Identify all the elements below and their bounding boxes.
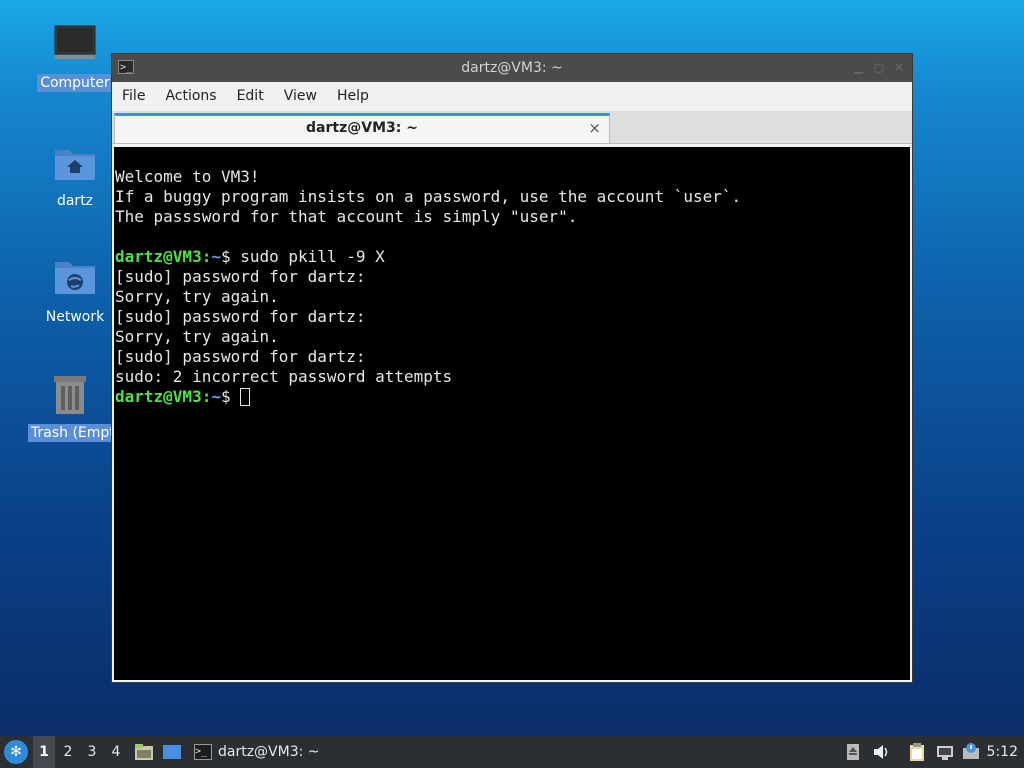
- close-icon[interactable]: ✕: [892, 61, 906, 75]
- text-cursor: [240, 388, 251, 406]
- tab-bar: dartz@VM3: ~ ×: [112, 111, 912, 144]
- terminal-task-icon: >_: [194, 744, 212, 760]
- menu-actions[interactable]: Actions: [155, 82, 226, 111]
- menu-view[interactable]: View: [274, 82, 327, 111]
- home-folder-icon: [51, 140, 99, 188]
- desktop-icon-trash[interactable]: Trash (Empt: [28, 372, 116, 446]
- computer-icon: [51, 22, 99, 70]
- minimize-icon[interactable]: ▁: [852, 61, 866, 75]
- clock[interactable]: 5:12: [987, 736, 1018, 768]
- workspace-3[interactable]: 3: [81, 736, 103, 768]
- workspace-4[interactable]: 4: [105, 736, 127, 768]
- terminal-line: Welcome to VM3!: [115, 167, 260, 186]
- window-titlebar[interactable]: >_ dartz@VM3: ~ ▁ ▢ ✕: [112, 54, 912, 82]
- window-title: dartz@VM3: ~: [461, 60, 563, 76]
- prompt-command: sudo pkill -9 X: [240, 247, 385, 266]
- prompt-path: ~: [211, 247, 221, 266]
- terminal-prompt-line: dartz@VM3:~$: [115, 387, 910, 407]
- prompt-symbol: $: [220, 387, 241, 406]
- start-menu-icon[interactable]: ✻: [4, 740, 28, 764]
- desktop-icon-home[interactable]: dartz: [35, 140, 115, 210]
- prompt-path: ~: [211, 387, 221, 406]
- taskbar-task-terminal[interactable]: >_ dartz@VM3: ~: [192, 736, 320, 768]
- workspace-1[interactable]: 1: [33, 736, 55, 768]
- terminal-line: [sudo] password for dartz:: [115, 307, 366, 326]
- menu-help[interactable]: Help: [327, 82, 379, 111]
- desktop-icon-label: Trash (Empt: [28, 424, 116, 442]
- menu-file[interactable]: File: [112, 82, 155, 111]
- terminal-window: >_ dartz@VM3: ~ ▁ ▢ ✕ File Actions Edit …: [111, 53, 913, 683]
- file-manager-icon[interactable]: [134, 742, 154, 762]
- terminal-line: sudo: 2 incorrect password attempts: [115, 367, 453, 386]
- terminal-prompt-line: dartz@VM3:~$ sudo pkill -9 X: [115, 247, 910, 267]
- prompt-user: dartz@VM3: [115, 387, 202, 406]
- prompt-user: dartz@VM3: [115, 247, 202, 266]
- menu-bar: File Actions Edit View Help: [112, 82, 912, 111]
- tab-close-icon[interactable]: ×: [588, 116, 601, 140]
- prompt-symbol: $: [220, 247, 241, 266]
- trash-icon: [46, 372, 94, 420]
- desktop-icon-network[interactable]: Network: [35, 256, 115, 326]
- terminal-output[interactable]: Welcome to VM3! If a buggy program insist…: [114, 147, 910, 680]
- notification-icon[interactable]: [961, 742, 981, 762]
- volume-icon[interactable]: [871, 742, 891, 762]
- menu-edit[interactable]: Edit: [227, 82, 274, 111]
- desktop-icon-label: dartz: [56, 193, 94, 209]
- prompt-separator: :: [201, 387, 212, 406]
- terminal-line: [sudo] password for dartz:: [115, 347, 366, 366]
- workspace-2[interactable]: 2: [57, 736, 79, 768]
- desktop-icon-label: Network: [45, 309, 105, 325]
- tab-label: dartz@VM3: ~: [306, 120, 418, 136]
- desktop-icon-computer[interactable]: Computer: [35, 22, 115, 92]
- terminal-line: The passsword for that account is simply…: [115, 207, 578, 226]
- task-label: dartz@VM3: ~: [218, 744, 320, 760]
- show-desktop-icon[interactable]: [162, 742, 182, 762]
- terminal-line: Sorry, try again.: [115, 287, 279, 306]
- desktop-icon-label: Computer: [37, 74, 113, 92]
- network-icon[interactable]: [935, 742, 955, 762]
- taskbar: ✻ 1 2 3 4 >_ dartz@VM3: ~ 5:12: [0, 736, 1024, 768]
- terminal-app-icon[interactable]: >_: [118, 60, 134, 74]
- terminal-line: [sudo] password for dartz:: [115, 267, 366, 286]
- eject-icon[interactable]: [843, 742, 863, 762]
- prompt-separator: :: [201, 247, 212, 266]
- terminal-line: If a buggy program insists on a password…: [115, 187, 742, 206]
- tab-terminal[interactable]: dartz@VM3: ~ ×: [114, 113, 610, 143]
- terminal-line: Sorry, try again.: [115, 327, 279, 346]
- clipboard-icon[interactable]: [907, 742, 927, 762]
- maximize-icon[interactable]: ▢: [872, 61, 886, 75]
- network-folder-icon: [51, 256, 99, 304]
